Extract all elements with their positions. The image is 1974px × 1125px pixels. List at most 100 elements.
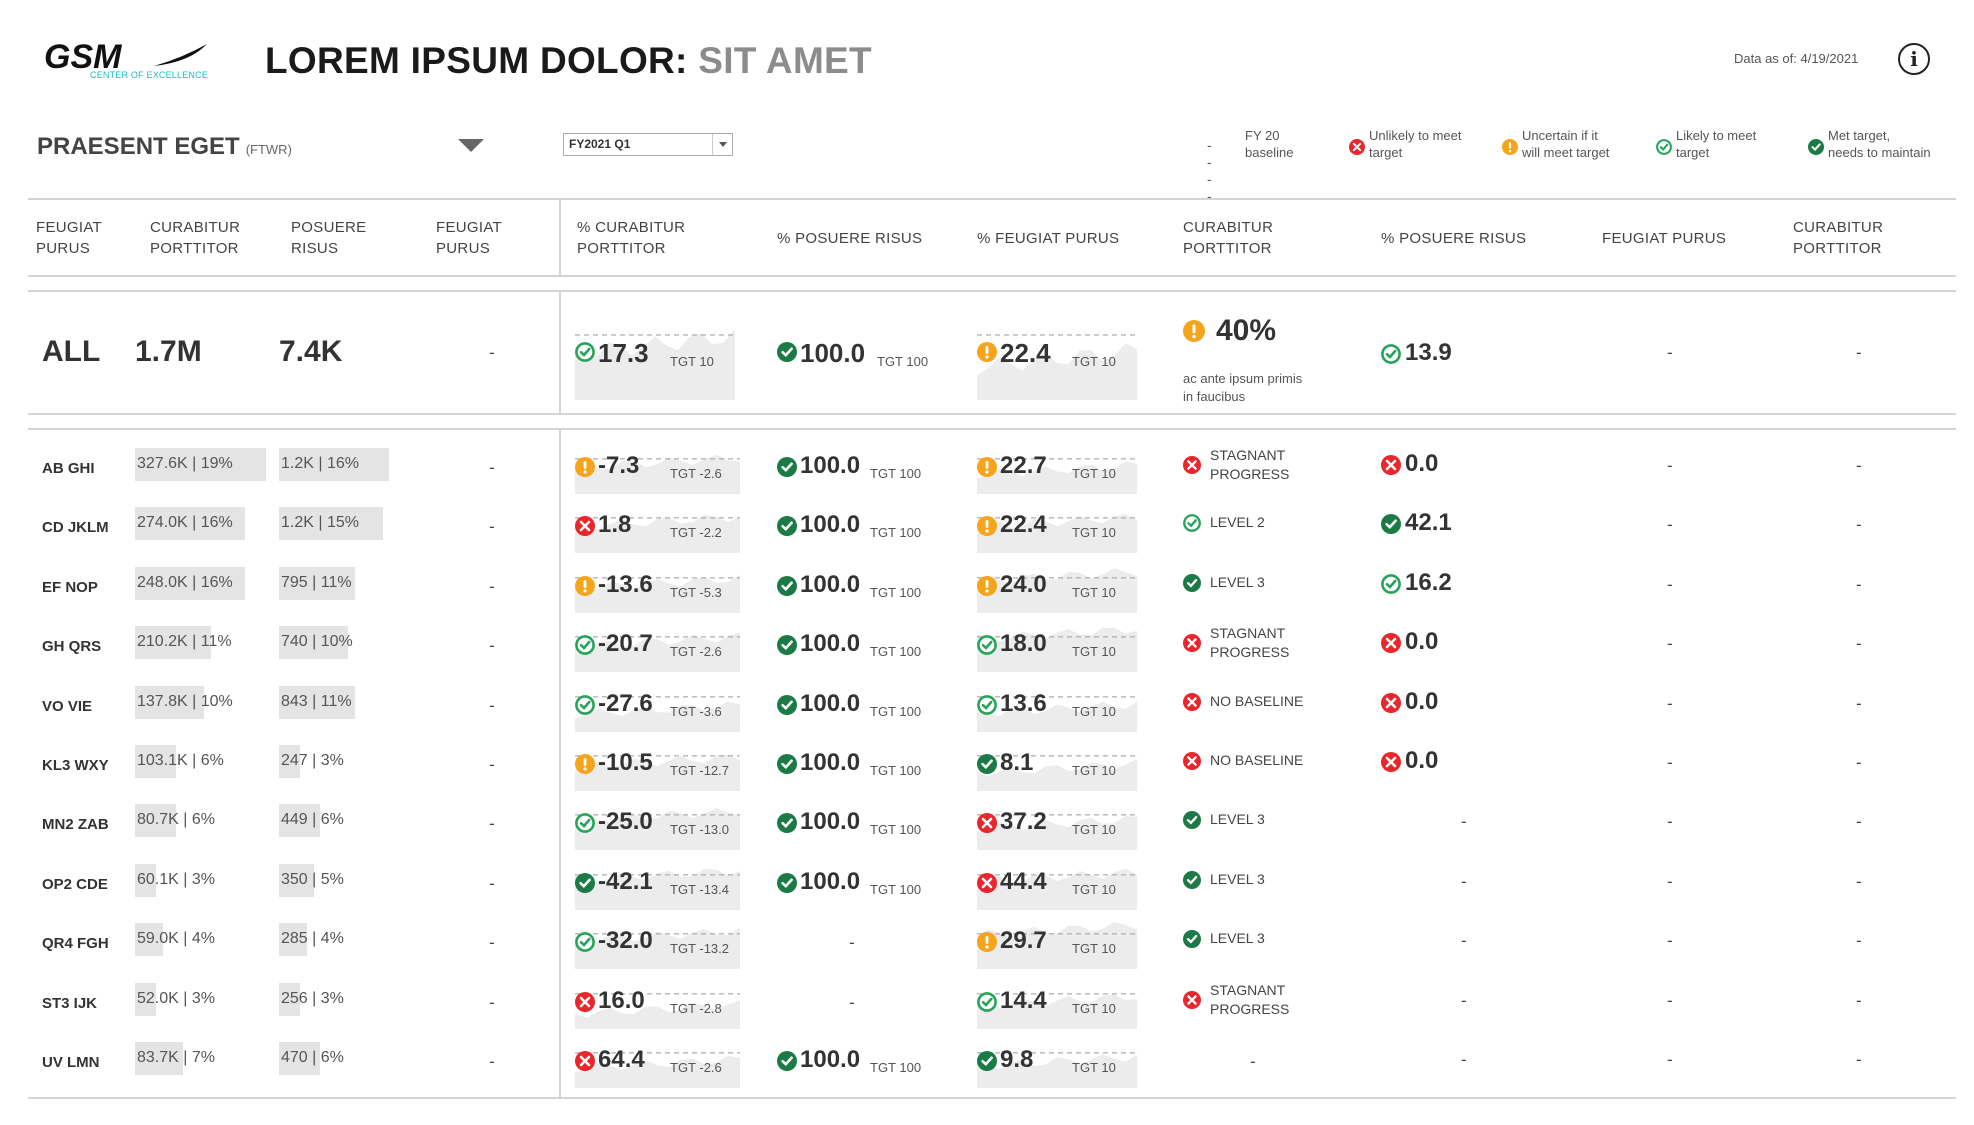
row-label[interactable]: OP2 CDE bbox=[42, 876, 108, 893]
filter-dropdown-caret-icon[interactable] bbox=[458, 139, 484, 152]
kpi-pct-curabitur[interactable]: -10.5 TGT -12.7 bbox=[575, 737, 740, 791]
col-header-curabitur-porttitor-3[interactable]: CURABITUR PORTTITOR bbox=[1793, 217, 1883, 259]
met-icon bbox=[777, 754, 797, 774]
kpi-value: 100.0 bbox=[800, 1046, 861, 1073]
kpi-value: 1.8 bbox=[598, 511, 632, 538]
page-title: LOREM IPSUM DOLOR: SIT AMET bbox=[265, 40, 872, 82]
kpi-pct-curabitur[interactable]: 1.8 TGT -2.2 bbox=[575, 499, 740, 553]
kpi-value: 100.0 bbox=[800, 511, 861, 538]
kpi-pct-posuere[interactable]: 100.0 TGT 100 bbox=[777, 499, 942, 553]
row-label[interactable]: VO VIE bbox=[42, 698, 92, 715]
cell-status: - bbox=[1250, 1052, 1256, 1071]
kpi-pct-curabitur[interactable]: -42.1 TGT -13.4 bbox=[575, 856, 740, 910]
kpi-pct-feugiat[interactable]: 29.7 TGT 10 bbox=[977, 915, 1137, 969]
kpi-pct-curabitur[interactable]: -20.7 TGT -2.6 bbox=[575, 618, 740, 672]
met-icon bbox=[777, 695, 797, 715]
kpi-pct-feugiat[interactable]: 22.4 TGT 10 bbox=[977, 499, 1137, 553]
kpi-pct-posuere[interactable]: 100.0 TGT 100 bbox=[777, 856, 942, 910]
total-row-label[interactable]: ALL bbox=[42, 335, 100, 369]
row-label[interactable]: KL3 WXY bbox=[42, 757, 109, 774]
kpi-pct-curabitur[interactable]: -13.6 TGT -5.3 bbox=[575, 559, 740, 613]
row-label[interactable]: ST3 IJK bbox=[42, 995, 97, 1012]
col-header-curabitur-porttitor-2[interactable]: CURABITUR PORTTITOR bbox=[1183, 217, 1273, 259]
kpi-pct-posuere[interactable]: 100.0 TGT 100 bbox=[777, 1034, 942, 1088]
bar-label: 1.2K | 16% bbox=[281, 455, 359, 472]
uncertain-icon bbox=[977, 932, 997, 952]
kpi-value: 100.0 bbox=[800, 338, 866, 368]
bar-posuere-risus: 285 | 4% bbox=[279, 923, 419, 956]
kpi-pct-feugiat[interactable]: 13.6 TGT 10 bbox=[977, 678, 1137, 732]
uncertain-icon bbox=[1502, 139, 1518, 155]
kpi-pct-posuere[interactable]: 100.0 TGT 100 bbox=[777, 618, 942, 672]
row-label[interactable]: GH QRS bbox=[42, 638, 101, 655]
total-kpi-pct-feugiat[interactable]: 22.4 TGT 10 bbox=[977, 300, 1137, 400]
kpi-pct-posuere[interactable]: 100.0 TGT 100 bbox=[777, 440, 942, 494]
info-icon[interactable]: i bbox=[1898, 43, 1930, 75]
kpi-pct-feugiat[interactable]: 8.1 TGT 10 bbox=[977, 737, 1137, 791]
bar-posuere-risus: 843 | 11% bbox=[279, 686, 419, 719]
row-label[interactable]: AB GHI bbox=[42, 460, 95, 477]
row-label[interactable]: MN2 ZAB bbox=[42, 816, 109, 833]
likely-icon bbox=[977, 695, 997, 715]
kpi-pct-posuere[interactable]: - bbox=[777, 975, 942, 1029]
met-icon bbox=[1183, 574, 1201, 592]
unlikely-icon bbox=[1183, 752, 1201, 770]
kpi-value: 17.3 bbox=[598, 338, 649, 368]
likely-icon bbox=[1381, 344, 1401, 364]
kpi-value: 100.0 bbox=[800, 808, 861, 835]
pct-value: 42.1 bbox=[1405, 509, 1452, 536]
total-kpi-pct-curabitur[interactable]: 17.3 TGT 10 bbox=[575, 300, 735, 400]
row-label[interactable]: QR4 FGH bbox=[42, 935, 109, 952]
kpi-pct-posuere[interactable]: 100.0 TGT 100 bbox=[777, 737, 942, 791]
kpi-pct-feugiat[interactable]: 24.0 TGT 10 bbox=[977, 559, 1137, 613]
col-header-pct-posuere-risus[interactable]: % POSUERE RISUS bbox=[777, 228, 922, 249]
unlikely-icon bbox=[575, 516, 595, 536]
kpi-pct-feugiat[interactable]: 22.7 TGT 10 bbox=[977, 440, 1137, 494]
col-header-feugiat-purus-3[interactable]: FEUGIAT PURUS bbox=[1602, 228, 1726, 249]
row-label[interactable]: EF NOP bbox=[42, 579, 98, 596]
col-header-pct-posuere-risus-2[interactable]: % POSUERE RISUS bbox=[1381, 228, 1526, 249]
uncertain-icon bbox=[1183, 320, 1205, 342]
kpi-pct-curabitur[interactable]: -7.3 TGT -2.6 bbox=[575, 440, 740, 494]
bar-label: 843 | 11% bbox=[281, 693, 352, 710]
likely-icon bbox=[575, 932, 595, 952]
row-label[interactable]: CD JKLM bbox=[42, 519, 109, 536]
status-text: STAGNANT bbox=[1210, 982, 1286, 998]
period-select[interactable]: FY2021 Q1 bbox=[563, 133, 733, 156]
legend-likely-l1: Likely to meet bbox=[1676, 128, 1757, 143]
kpi-pct-posuere[interactable]: 100.0 TGT 100 bbox=[777, 559, 942, 613]
cell-curabitur-porttitor-3: - bbox=[1856, 575, 1862, 594]
col-header-pct-feugiat-purus[interactable]: % FEUGIAT PURUS bbox=[977, 228, 1119, 249]
kpi-pct-feugiat[interactable]: 14.4 TGT 10 bbox=[977, 975, 1137, 1029]
kpi-pct-feugiat[interactable]: 37.2 TGT 10 bbox=[977, 796, 1137, 850]
kpi-target: TGT 10 bbox=[1072, 585, 1116, 600]
kpi-pct-feugiat[interactable]: 44.4 TGT 10 bbox=[977, 856, 1137, 910]
kpi-pct-curabitur[interactable]: -25.0 TGT -13.0 bbox=[575, 796, 740, 850]
met-icon bbox=[1183, 871, 1201, 889]
col-header-pct-curabitur-porttitor[interactable]: % CURABITUR PORTTITOR bbox=[577, 217, 685, 259]
col-header-feugiat-purus-2[interactable]: FEUGIAT PURUS bbox=[436, 217, 502, 259]
kpi-pct-feugiat[interactable]: 9.8 TGT 10 bbox=[977, 1034, 1137, 1088]
kpi-pct-curabitur[interactable]: -32.0 TGT -13.2 bbox=[575, 915, 740, 969]
kpi-pct-curabitur[interactable]: 16.0 TGT -2.8 bbox=[575, 975, 740, 1029]
rows.9.k2-value: - bbox=[849, 993, 855, 1012]
kpi-pct-feugiat[interactable]: 18.0 TGT 10 bbox=[977, 618, 1137, 672]
uncertain-icon bbox=[575, 754, 595, 774]
col-header-posuere-risus[interactable]: POSUERE RISUS bbox=[291, 217, 366, 259]
cell-feugiat-purus: - bbox=[489, 696, 495, 715]
col-header-curabitur-porttitor[interactable]: CURABITUR PORTTITOR bbox=[150, 217, 240, 259]
kpi-pct-posuere[interactable]: 100.0 TGT 100 bbox=[777, 678, 942, 732]
likely-icon bbox=[575, 695, 595, 715]
kpi-target: TGT 100 bbox=[870, 882, 922, 897]
kpi-pct-curabitur[interactable]: 64.4 TGT -2.6 bbox=[575, 1034, 740, 1088]
kpi-pct-curabitur[interactable]: -27.6 TGT -3.6 bbox=[575, 678, 740, 732]
row-label[interactable]: UV LMN bbox=[42, 1054, 100, 1071]
chevron-down-icon[interactable] bbox=[712, 134, 732, 155]
col-header-feugiat-purus[interactable]: FEUGIAT PURUS bbox=[36, 217, 102, 259]
cell-feugiat-purus-3: - bbox=[1667, 694, 1673, 713]
kpi-pct-posuere[interactable]: 100.0 TGT 100 bbox=[777, 796, 942, 850]
kpi-target: TGT 100 bbox=[870, 763, 922, 778]
cell-curabitur-porttitor-3: - bbox=[1856, 456, 1862, 475]
kpi-pct-posuere[interactable]: - bbox=[777, 915, 942, 969]
total-kpi-pct-posuere[interactable]: 100.0 TGT 100 bbox=[777, 300, 937, 400]
